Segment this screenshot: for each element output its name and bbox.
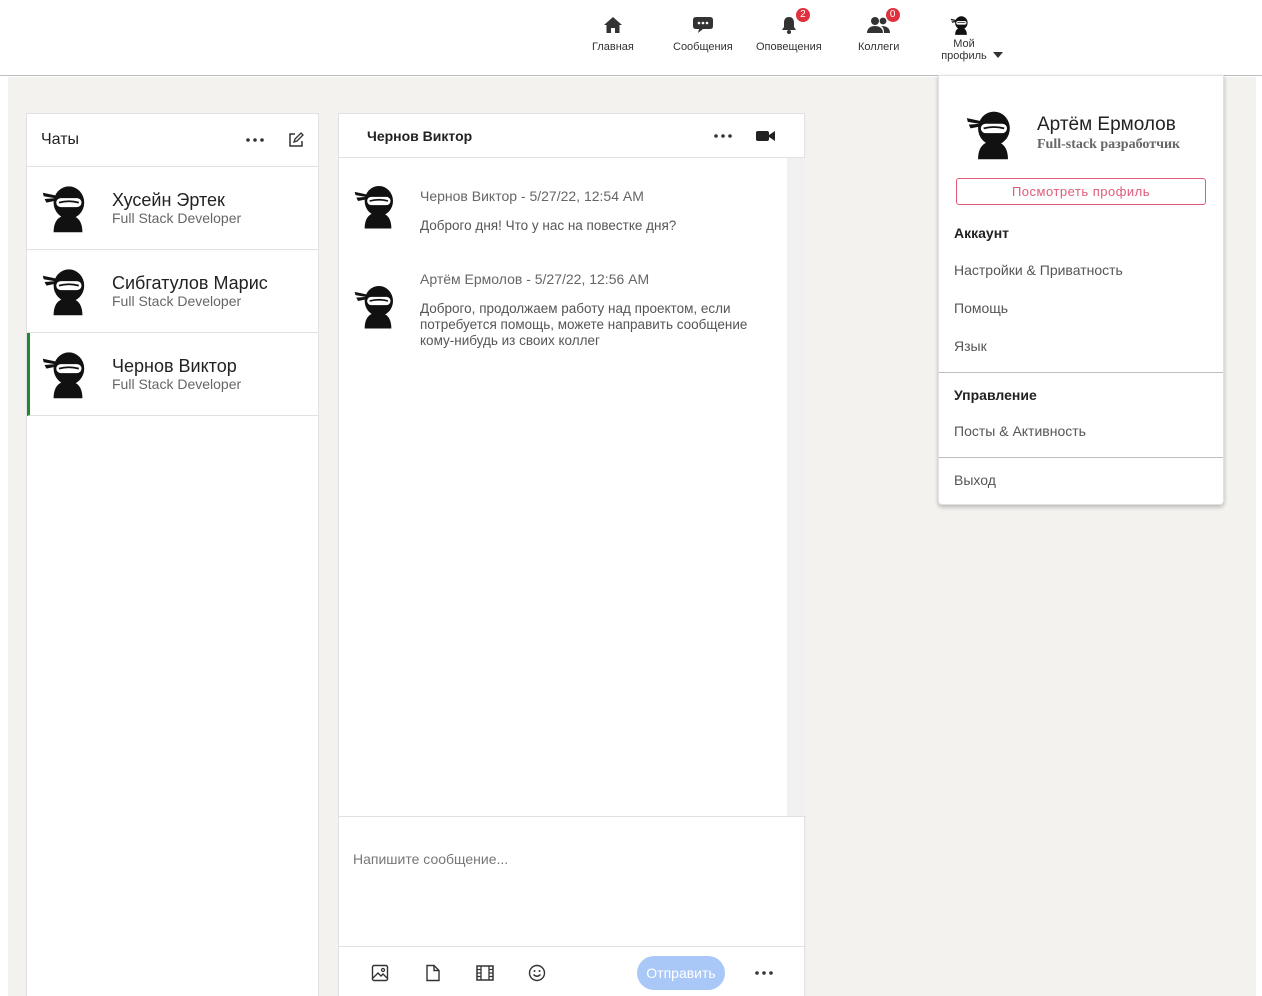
menu-item-help[interactable]: Помощь [954, 300, 1008, 316]
nav-profile-label-line1: Мой [953, 38, 975, 50]
message-text: Доброго дня! Что у нас на повестке дня? [420, 218, 677, 233]
divider [939, 372, 1223, 373]
nav-notifications-label: Оповещения [756, 41, 822, 53]
ninja-avatar-icon [353, 281, 403, 331]
divider [339, 946, 806, 947]
ninja-avatar-icon [965, 106, 1021, 162]
account-section-header: Аккаунт [954, 225, 1010, 241]
chat-contact-role: Full Stack Developer [112, 210, 242, 226]
colleagues-badge: 0 [885, 8, 900, 22]
conversation-panel: Чернов Виктор Чернов Виктор - 5/27/22, 1… [338, 113, 806, 996]
chats-header: Чаты [27, 114, 318, 167]
top-navigation: Главная Сообщения 2 Оповещения 0 Коллеги… [0, 0, 1262, 76]
more-options-icon[interactable] [246, 138, 264, 142]
nav-messages[interactable]: Сообщения [673, 14, 733, 53]
message-text: Доброго, продолжаем работу над проектом,… [420, 301, 748, 348]
chat-contact-name: Сибгатулов Марис [112, 273, 268, 293]
home-icon [601, 14, 625, 36]
bell-icon: 2 [777, 8, 810, 36]
profile-avatar-icon [950, 14, 972, 36]
chat-contact-name: Хусейн Эртек [112, 190, 225, 210]
nav-colleagues-label: Коллеги [858, 41, 900, 53]
message-input[interactable] [353, 844, 783, 874]
ninja-avatar-icon [41, 264, 95, 318]
nav-notifications[interactable]: 2 Оповещения [756, 8, 822, 53]
ninja-avatar-icon [353, 181, 403, 231]
message-list: Чернов Виктор - 5/27/22, 12:54 AM Доброг… [339, 158, 787, 816]
chat-contact-name: Чернов Виктор [112, 356, 237, 376]
chats-panel: Чаты Хусейн Эртек Full Stack Developer С… [26, 113, 319, 996]
video-file-icon[interactable] [475, 963, 495, 983]
menu-item-language[interactable]: Язык [954, 338, 987, 354]
file-icon[interactable] [423, 963, 443, 983]
users-icon: 0 [866, 8, 900, 36]
manage-section-header: Управление [954, 387, 1037, 403]
menu-item-posts-activity[interactable]: Посты & Активность [954, 423, 1086, 439]
profile-dropdown: Артём Ермолов Full-stack разработчик Пос… [938, 75, 1224, 505]
nav-profile-label-line2: профиль [941, 50, 987, 62]
conversation-title: Чернов Виктор [367, 127, 473, 144]
profile-name: Артём Ермолов [1037, 114, 1176, 135]
more-options-icon[interactable] [754, 963, 774, 983]
message-author: Артём Ермолов - 5/27/22, 12:56 AM [420, 271, 650, 287]
chat-contact-role: Full Stack Developer [112, 293, 242, 309]
nav-messages-label: Сообщения [673, 41, 733, 53]
chat-bubble-icon [691, 14, 715, 36]
divider [939, 457, 1223, 458]
message-author: Чернов Виктор - 5/27/22, 12:54 AM [420, 188, 644, 204]
compose-icon[interactable] [288, 132, 304, 148]
profile-job-title: Full-stack разработчик [1037, 137, 1181, 152]
menu-item-settings-privacy[interactable]: Настройки & Приватность [954, 262, 1123, 278]
more-options-icon[interactable] [714, 133, 732, 138]
nav-home[interactable]: Главная [592, 14, 634, 53]
video-call-icon[interactable] [756, 130, 776, 142]
nav-colleagues[interactable]: 0 Коллеги [858, 8, 900, 53]
view-profile-button[interactable]: Посмотреть профиль [956, 178, 1206, 205]
divider [339, 816, 806, 817]
caret-down-icon [992, 52, 1003, 58]
menu-item-logout[interactable]: Выход [954, 472, 996, 488]
image-icon[interactable] [370, 963, 390, 983]
nav-home-label: Главная [592, 41, 634, 53]
ninja-avatar-icon [41, 181, 95, 235]
nav-my-profile[interactable]: Мой профиль [932, 14, 1012, 62]
chats-title: Чаты [41, 131, 80, 148]
chat-list-item[interactable]: Хусейн Эртек Full Stack Developer [27, 167, 318, 250]
send-button[interactable]: Отправить [637, 956, 725, 990]
chat-contact-role: Full Stack Developer [112, 376, 242, 392]
ninja-avatar-icon [41, 347, 95, 401]
notifications-badge: 2 [795, 8, 810, 22]
emoji-icon[interactable] [527, 963, 547, 983]
chat-list-item[interactable]: Сибгатулов Марис Full Stack Developer [27, 250, 318, 333]
chat-list-item-active[interactable]: Чернов Виктор Full Stack Developer [27, 333, 318, 416]
conversation-header: Чернов Виктор [339, 114, 804, 158]
message-scrollbar[interactable] [787, 158, 805, 816]
